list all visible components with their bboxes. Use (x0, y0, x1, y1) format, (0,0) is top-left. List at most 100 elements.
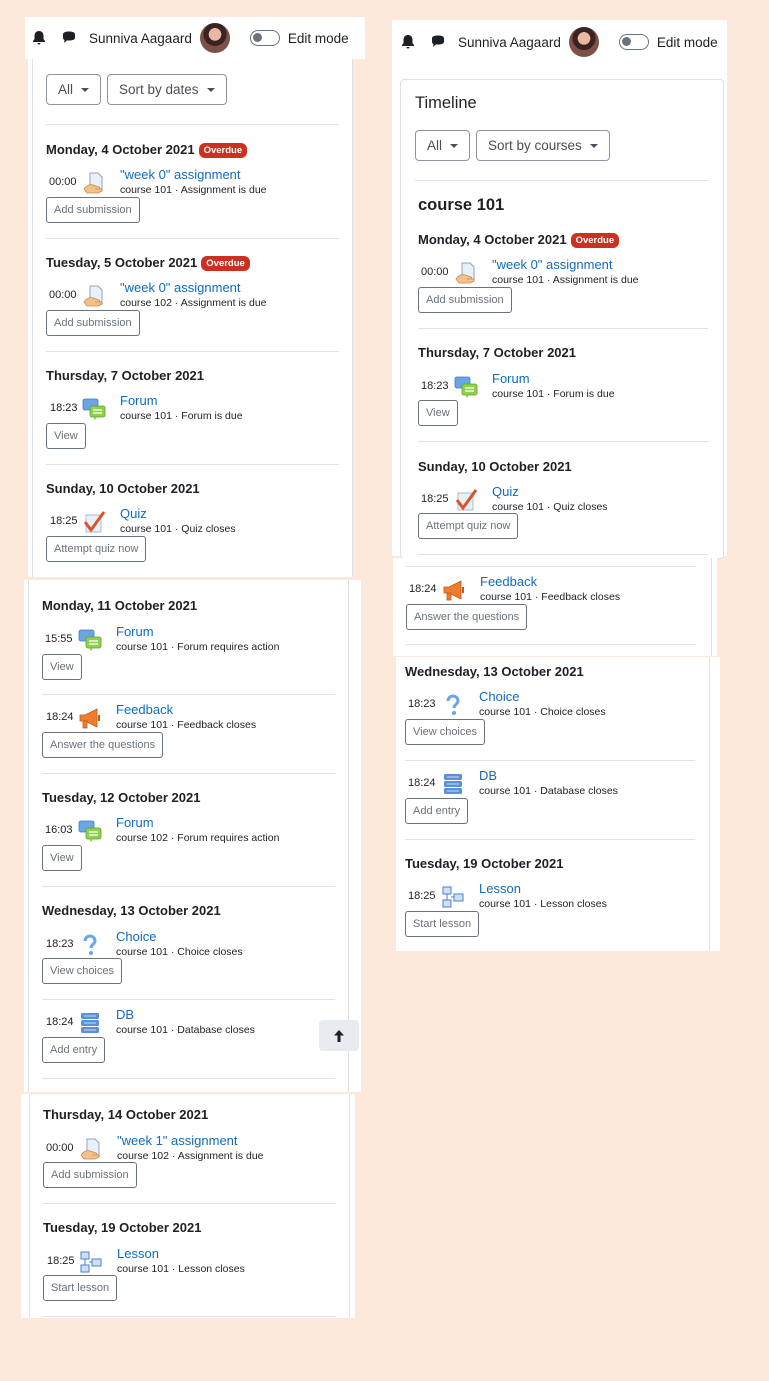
overdue-badge: Overdue (570, 233, 620, 248)
bell-icon[interactable] (31, 30, 47, 46)
chat-bubble-icon[interactable] (61, 30, 77, 46)
day-heading: Monday, 4 October 2021 Overdue (418, 232, 620, 248)
view-button[interactable]: View (42, 654, 82, 680)
event-name-link[interactable]: Quiz (120, 506, 147, 521)
timeline-title: Timeline (415, 94, 477, 112)
event-course-info: course 101 · Database closes (479, 785, 618, 797)
event-time: 18:24 (409, 583, 437, 595)
forum-icon (78, 628, 102, 652)
day-heading: Tuesday, 5 October 2021 Overdue (46, 255, 250, 271)
quiz-icon (82, 510, 106, 534)
view-button[interactable]: View (418, 400, 458, 426)
event-name-link[interactable]: Feedback (116, 702, 173, 717)
caret-down-icon (206, 87, 215, 92)
add-entry-button[interactable]: Add entry (405, 798, 469, 824)
event-course-info: course 101 · Quiz closes (120, 523, 236, 535)
day-heading: Thursday, 7 October 2021 (418, 345, 576, 360)
attempt-quiz-button[interactable]: Attempt quiz now (418, 513, 519, 539)
event-course-info: course 101 · Lesson closes (117, 1263, 245, 1275)
event-course-info: course 101 · Database closes (116, 1024, 255, 1036)
answer-questions-button[interactable]: Answer the questions (42, 732, 164, 758)
right-header-bar: Sunniva Aagaard Edit mode (392, 20, 727, 64)
caret-down-icon (81, 87, 90, 92)
event-name-link[interactable]: Lesson (117, 1246, 159, 1261)
event-name-link[interactable]: DB (479, 768, 497, 783)
start-lesson-button[interactable]: Start lesson (405, 911, 480, 937)
bell-icon[interactable] (400, 34, 416, 50)
assignment-icon (454, 261, 478, 285)
day-heading: Wednesday, 13 October 2021 (405, 664, 584, 679)
event-name-link[interactable]: Lesson (479, 881, 521, 896)
filter-dropdown[interactable]: All (415, 130, 471, 161)
event-course-info: course 101 · Quiz closes (492, 501, 608, 513)
event-name-link[interactable]: Forum (120, 393, 158, 408)
event-name-link[interactable]: Forum (492, 371, 530, 386)
sort-dropdown[interactable]: Sort by courses (476, 130, 610, 161)
forum-icon (454, 375, 478, 399)
event-name-link[interactable]: Choice (116, 929, 156, 944)
event-time: 15:55 (45, 633, 73, 645)
database-icon (78, 1011, 102, 1035)
event-name-link[interactable]: Forum (116, 815, 154, 830)
day-heading: Monday, 11 October 2021 (42, 598, 198, 613)
start-lesson-button[interactable]: Start lesson (43, 1275, 118, 1301)
answer-questions-button[interactable]: Answer the questions (406, 604, 528, 630)
event-time: 00:00 (49, 176, 77, 188)
event-time: 00:00 (49, 289, 77, 301)
event-time: 16:03 (45, 824, 73, 836)
avatar[interactable] (199, 23, 230, 53)
event-time: 18:24 (46, 1016, 74, 1028)
overdue-badge: Overdue (201, 256, 250, 271)
event-course-info: course 101 · Forum is due (492, 388, 615, 400)
event-course-info: course 101 · Forum requires action (116, 641, 280, 653)
event-name-link[interactable]: "week 1" assignment (117, 1133, 238, 1148)
event-name-link[interactable]: "week 0" assignment (492, 257, 613, 272)
quiz-icon (454, 488, 478, 512)
avatar[interactable] (568, 27, 599, 57)
event-name-link[interactable]: Forum (116, 624, 154, 639)
feedback-icon (78, 706, 102, 730)
choice-icon (441, 693, 465, 717)
event-course-info: course 101 · Feedback closes (480, 591, 621, 603)
event-name-link[interactable]: "week 0" assignment (120, 280, 241, 295)
event-course-info: course 101 · Assignment is due (492, 274, 639, 286)
page: { "header": { "user_name": "Sunniva Aaga… (0, 0, 769, 1381)
left-header-bar: Sunniva Aagaard Edit mode (25, 17, 365, 59)
add-submission-button[interactable]: Add submission (46, 197, 140, 223)
attempt-quiz-button[interactable]: Attempt quiz now (46, 536, 147, 562)
arrow-up-icon (334, 1029, 344, 1042)
choice-icon (78, 933, 102, 957)
feedback-icon (442, 578, 466, 602)
view-choices-button[interactable]: View choices (42, 958, 122, 984)
add-submission-button[interactable]: Add submission (418, 287, 512, 313)
day-heading: Thursday, 7 October 2021 (46, 368, 204, 383)
sort-dropdown[interactable]: Sort by dates (107, 74, 227, 105)
back-to-top-button[interactable] (319, 1020, 359, 1051)
event-time: 18:23 (421, 380, 449, 392)
day-heading: Tuesday, 19 October 2021 (43, 1220, 202, 1235)
lesson-icon (79, 1250, 103, 1274)
event-name-link[interactable]: Quiz (492, 484, 519, 499)
event-name-link[interactable]: DB (116, 1007, 134, 1022)
user-name[interactable]: Sunniva Aagaard (89, 31, 192, 46)
event-name-link[interactable]: Feedback (480, 574, 537, 589)
day-heading: Tuesday, 12 October 2021 (42, 790, 201, 805)
edit-mode-toggle[interactable] (618, 34, 649, 50)
day-heading: Thursday, 14 October 2021 (43, 1107, 209, 1122)
event-course-info: course 102 · Assignment is due (120, 297, 267, 309)
event-name-link[interactable]: Choice (479, 689, 519, 704)
view-choices-button[interactable]: View choices (405, 719, 485, 745)
add-submission-button[interactable]: Add submission (43, 1162, 137, 1188)
event-name-link[interactable]: "week 0" assignment (120, 167, 241, 182)
edit-mode-toggle[interactable] (249, 30, 280, 46)
view-button[interactable]: View (42, 845, 82, 871)
add-entry-button[interactable]: Add entry (42, 1037, 106, 1063)
chat-bubble-icon[interactable] (430, 34, 446, 50)
filter-dropdown[interactable]: All (46, 74, 102, 105)
user-name[interactable]: Sunniva Aagaard (458, 35, 561, 50)
assignment-icon (82, 284, 106, 308)
event-time: 18:24 (408, 777, 436, 789)
event-time: 18:25 (50, 515, 78, 527)
view-button[interactable]: View (46, 423, 86, 449)
add-submission-button[interactable]: Add submission (46, 310, 140, 336)
